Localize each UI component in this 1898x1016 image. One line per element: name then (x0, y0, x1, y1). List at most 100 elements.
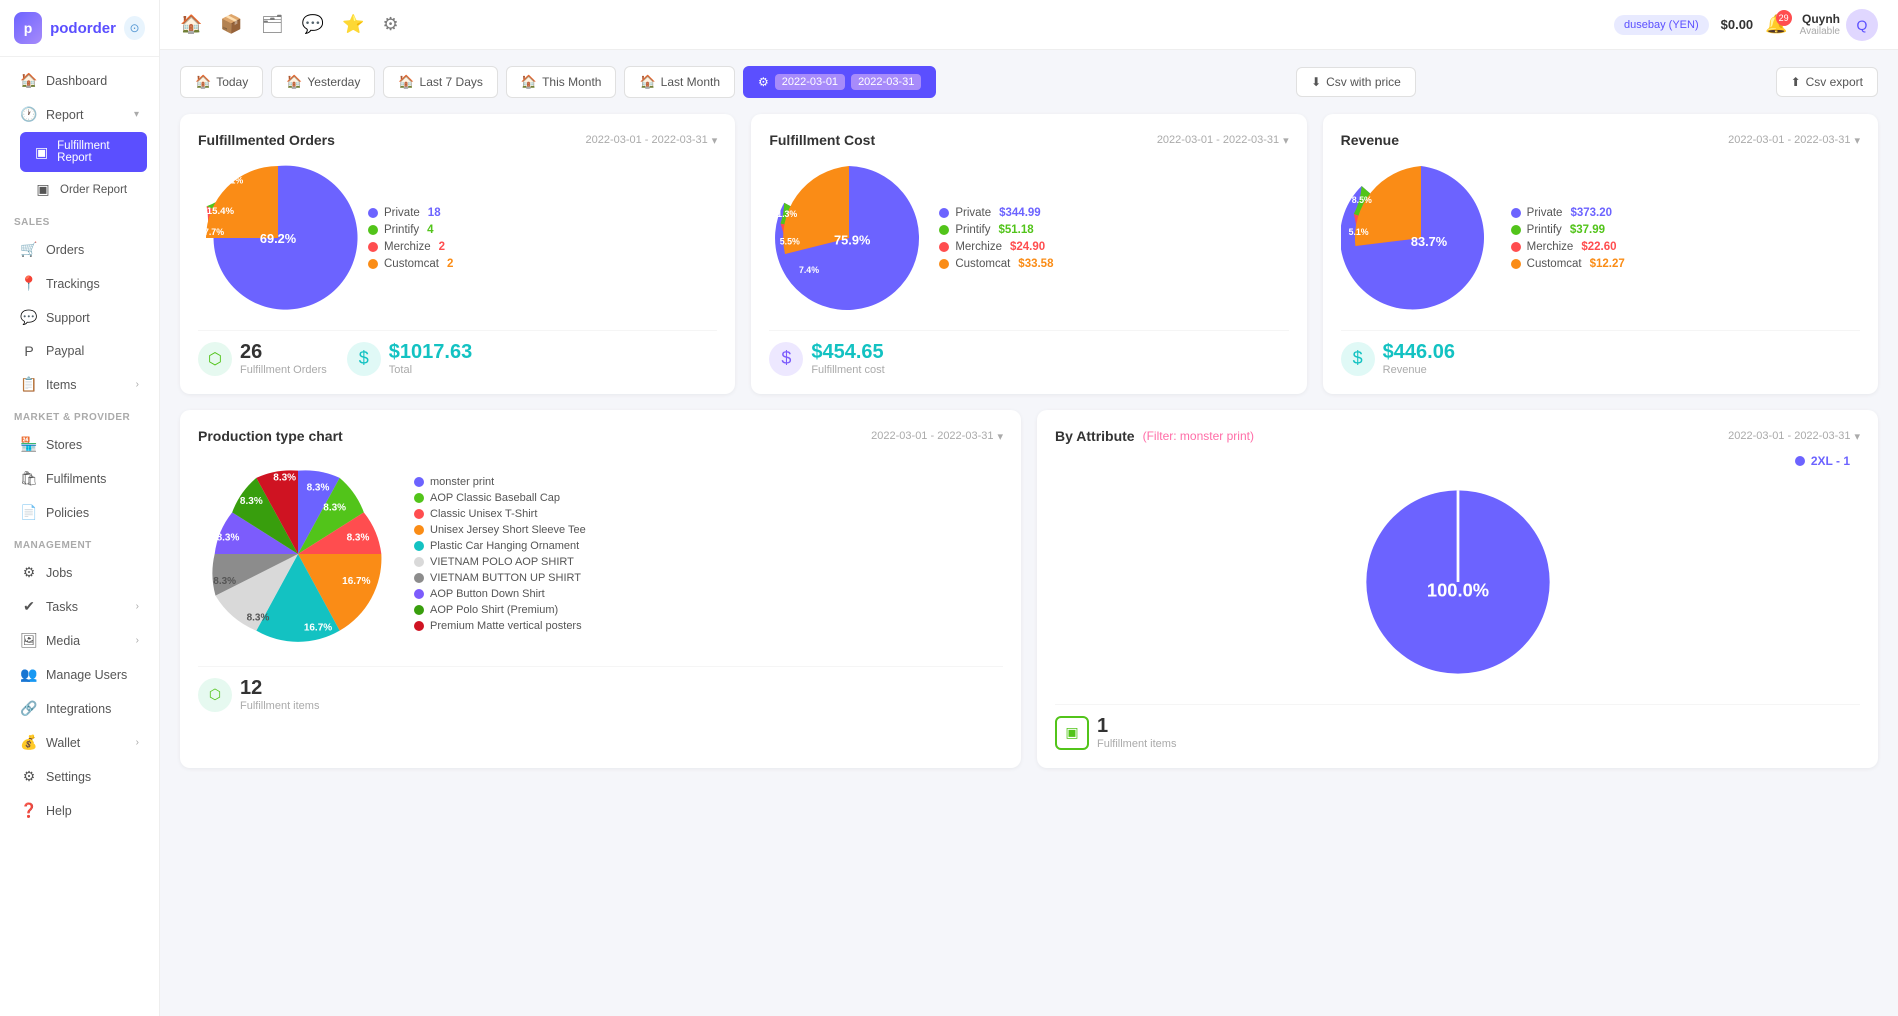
chevron-icon: › (136, 601, 139, 612)
csv-export-label: Csv export (1806, 75, 1863, 89)
csv-with-price-button[interactable]: ⬇ Csv with price (1296, 67, 1416, 97)
sidebar-item-orders[interactable]: 🛒 Orders (6, 233, 153, 266)
svg-text:16.7%: 16.7% (304, 623, 332, 634)
content-area: 🏠 Today 🏠 Yesterday 🏠 Last 7 Days 🏠 This… (160, 50, 1898, 1016)
sidebar-item-integrations[interactable]: 🔗 Integrations (6, 692, 153, 725)
sidebar-item-order-report[interactable]: ▣ Order Report (20, 173, 147, 206)
chevron-down-icon2[interactable]: ▾ (1283, 134, 1289, 147)
user-avatar: Q (1846, 9, 1878, 41)
sidebar-item-support[interactable]: 💬 Support (6, 301, 153, 334)
rev-dollar-icon: $ (1341, 342, 1375, 376)
thismonth-filter-button[interactable]: 🏠 This Month (506, 66, 617, 98)
sidebar-item-help[interactable]: ❓ Help (6, 794, 153, 827)
cost-legend-customcat: Customcat $33.58 (939, 258, 1288, 270)
chevron-down-icon3[interactable]: ▾ (1854, 134, 1860, 147)
manage-users-icon: 👥 (20, 666, 38, 683)
star-topbar-icon[interactable]: ⭐ (342, 14, 364, 35)
lastmonth-label: Last Month (661, 75, 720, 89)
fulfillment-cost-date: 2022-03-01 - 2022-03-31 ▾ (1157, 134, 1289, 147)
sidebar-item-report[interactable]: 🕐 Report ▾ (6, 98, 153, 131)
chat-topbar-icon[interactable]: 💬 (302, 14, 324, 35)
sidebar-item-fulfilments[interactable]: 🛍 Fulfilments (6, 462, 153, 495)
home-topbar-icon[interactable]: 🏠 (180, 14, 202, 35)
home-icon2: 🏠 (286, 74, 302, 90)
chevron-down-icon5[interactable]: ▾ (1854, 430, 1860, 443)
grid-topbar-icon[interactable]: 🗂 (261, 14, 284, 35)
ornament-dot (414, 541, 424, 551)
lastmonth-filter-button[interactable]: 🏠 Last Month (624, 66, 735, 98)
store-badge[interactable]: dusebay (YEN) (1614, 15, 1709, 35)
sidebar-item-stores[interactable]: 🏪 Stores (6, 428, 153, 461)
rev-merchize-dot (1511, 242, 1521, 252)
user-info[interactable]: Quynh Available Q (1800, 9, 1878, 41)
date-range-button[interactable]: ⚙ 2022-03-01 2022-03-31 (743, 66, 936, 98)
sidebar-item-wallet[interactable]: 💰 Wallet › (6, 726, 153, 759)
by-attribute-body: 2XL - 1 100.0% (1055, 454, 1860, 692)
notification-badge: 29 (1776, 10, 1792, 26)
bottom-row: Production type chart 2022-03-01 - 2022-… (180, 410, 1878, 768)
cost-dollar-icon: $ (769, 342, 803, 376)
sidebar-item-fulfillment-report[interactable]: ▣ Fulfillment Report (20, 132, 147, 172)
sidebar-item-paypal[interactable]: P Paypal (6, 335, 153, 367)
sidebar-item-tasks[interactable]: ✔ Tasks › (6, 590, 153, 623)
prod-legend-baseball: AOP Classic Baseball Cap (414, 492, 586, 504)
orders-icon: ⬡ (198, 342, 232, 376)
monster-dot (414, 477, 424, 487)
gear-topbar-icon[interactable]: ⚙ (383, 14, 399, 35)
prod-legend-classic-tshirt: Classic Unisex T-Shirt (414, 508, 586, 520)
vn-polo-dot (414, 557, 424, 567)
sidebar-item-policies[interactable]: 📄 Policies (6, 496, 153, 529)
production-total-num: 12 (240, 677, 319, 700)
fulfilled-orders-chart: 69.2% 15.4% 7.7% 7.1% (198, 158, 358, 318)
csv-export-button[interactable]: ⬆ Csv export (1776, 67, 1878, 97)
attr-legend: 2XL - 1 (1055, 454, 1860, 468)
box-topbar-icon[interactable]: 📦 (220, 14, 242, 35)
sidebar-item-dashboard[interactable]: 🏠 Dashboard (6, 64, 153, 97)
fulfilled-orders-body: 69.2% 15.4% 7.7% 7.1% Private 18 (198, 158, 717, 318)
last7days-filter-button[interactable]: 🏠 Last 7 Days (383, 66, 498, 98)
support-icon: 💬 (20, 309, 38, 326)
orders-amount-label: Total (389, 364, 472, 376)
svg-text:8.3%: 8.3% (323, 503, 346, 514)
fulfillment-cost-footer: $ $454.65 Fulfillment cost (769, 330, 1288, 376)
legend-item-customcat: Customcat 2 (368, 258, 717, 270)
sidebar-item-manage-users[interactable]: 👥 Manage Users (6, 658, 153, 691)
notification-button[interactable]: 🔔 29 (1765, 14, 1787, 35)
yesterday-filter-button[interactable]: 🏠 Yesterday (271, 66, 375, 98)
sidebar-item-trackings[interactable]: 📍 Trackings (6, 267, 153, 300)
fulfilled-orders-legend: Private 18 Printify 4 Merchize 2 (368, 207, 717, 270)
sidebar-item-media[interactable]: 🖼 Media › (6, 624, 153, 657)
legend-item-private: Private 18 (368, 207, 717, 219)
dollar-icon: $ (347, 342, 381, 376)
tasks-icon: ✔ (20, 598, 38, 615)
paypal-icon: P (20, 343, 38, 359)
fulfillment-report-icon: ▣ (34, 144, 49, 161)
sidebar-item-jobs[interactable]: ⚙ Jobs (6, 556, 153, 589)
chevron-down-icon4[interactable]: ▾ (997, 430, 1003, 443)
sidebar-item-label: Integrations (46, 702, 111, 716)
sidebar-item-label: Fulfillment Report (57, 140, 133, 164)
cards-row: Fulfillmented Orders 2022-03-01 - 2022-0… (180, 114, 1878, 394)
sidebar-item-label: Fulfilments (46, 472, 106, 486)
svg-text:75.9%: 75.9% (834, 232, 871, 247)
private-dot (368, 208, 378, 218)
prod-legend-aop-button: AOP Button Down Shirt (414, 588, 586, 600)
balance-display: $0.00 (1721, 17, 1754, 32)
chevron-icon: › (136, 635, 139, 646)
revenue-amount-num: $446.06 (1383, 341, 1455, 364)
svg-text:5.5%: 5.5% (780, 236, 800, 246)
fulfilled-orders-header: Fulfillmented Orders 2022-03-01 - 2022-0… (198, 132, 717, 148)
svg-text:5.1%: 5.1% (1348, 227, 1368, 237)
sidebar-item-label: Help (46, 804, 72, 818)
sidebar-settings-icon[interactable]: ⊙ (124, 16, 145, 40)
today-filter-button[interactable]: 🏠 Today (180, 66, 263, 98)
attr-items-icon: ▣ (1055, 716, 1089, 750)
chevron-down-icon[interactable]: ▾ (712, 134, 718, 147)
sidebar-item-settings[interactable]: ⚙ Settings (6, 760, 153, 793)
svg-text:7.7%: 7.7% (204, 227, 224, 237)
rev-private-dot (1511, 208, 1521, 218)
date-from-tag: 2022-03-01 (775, 74, 845, 90)
sidebar-item-items[interactable]: 📋 Items › (6, 368, 153, 401)
cost-amount-stat: $ $454.65 Fulfillment cost (769, 341, 884, 376)
attr-total-num: 1 (1097, 715, 1176, 738)
